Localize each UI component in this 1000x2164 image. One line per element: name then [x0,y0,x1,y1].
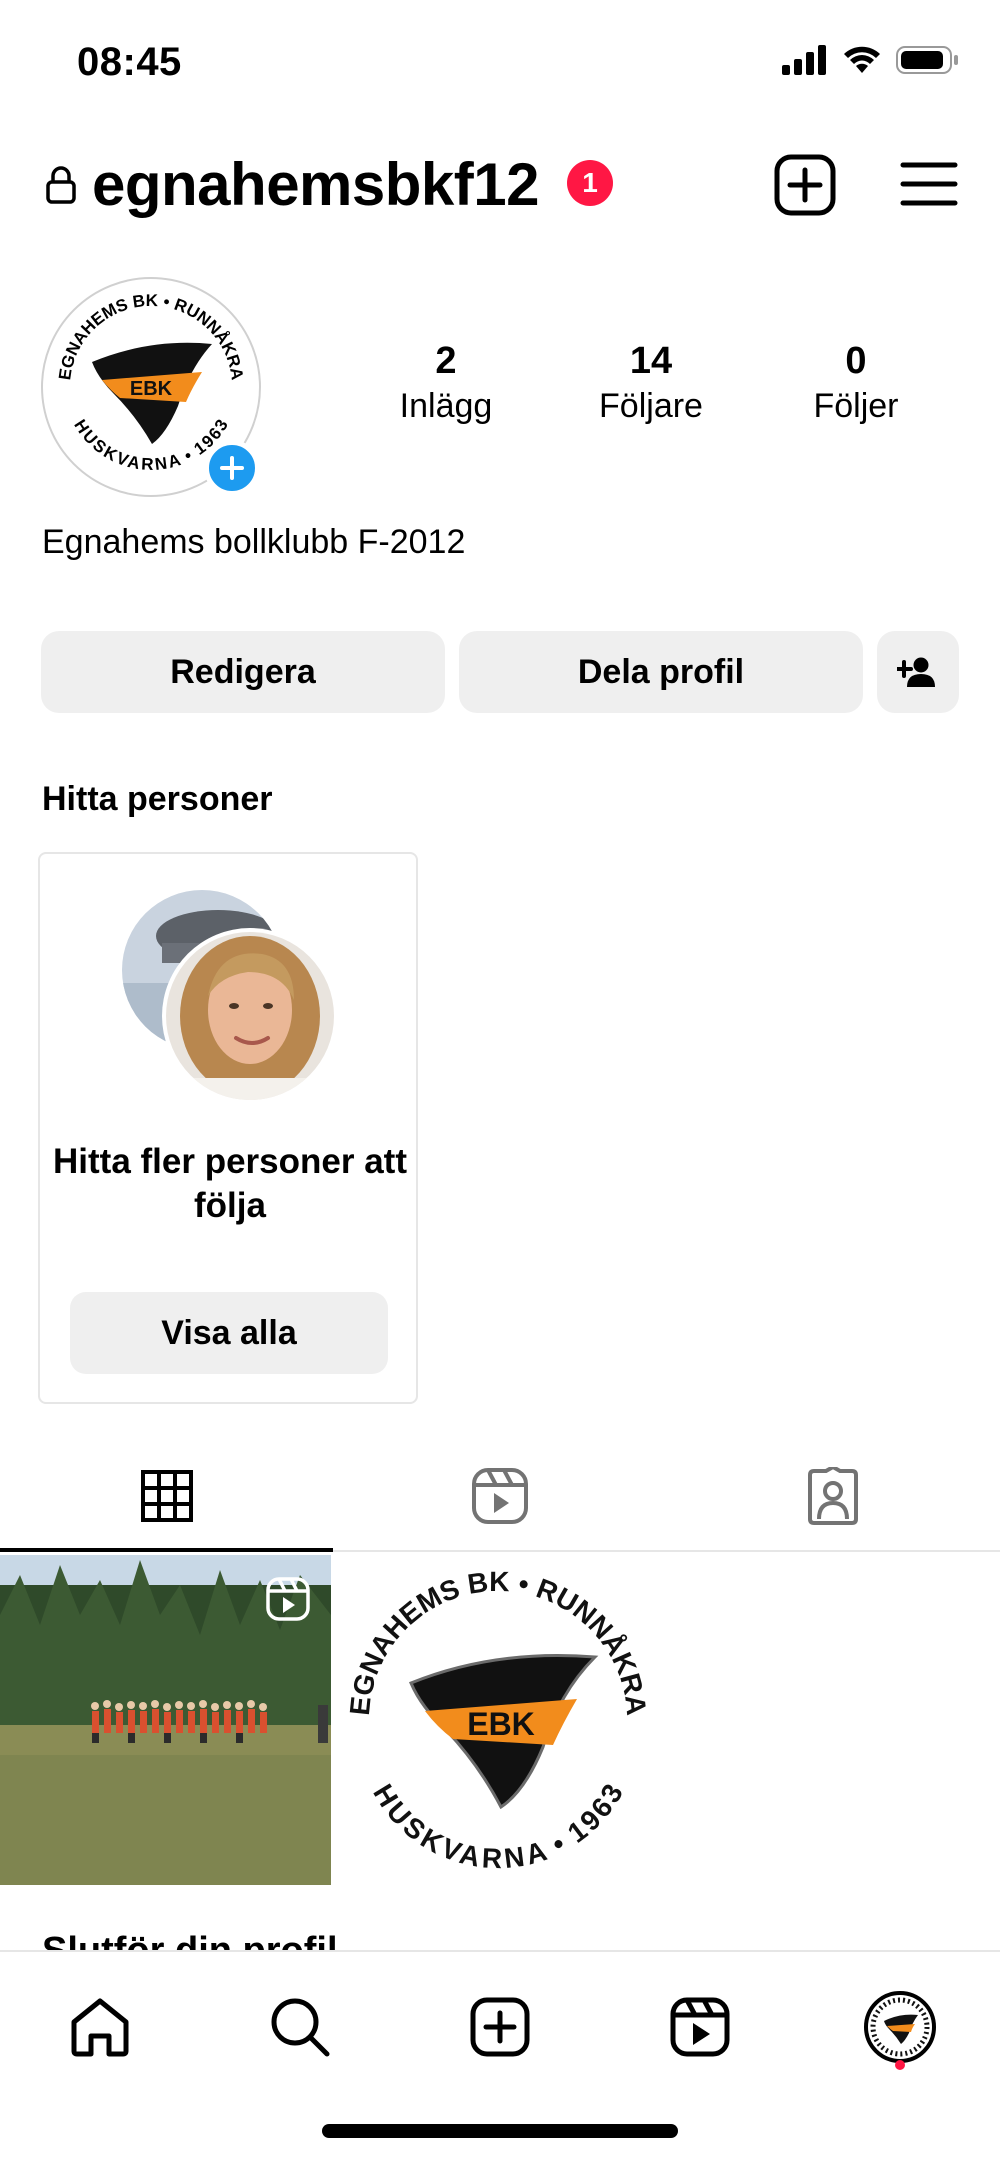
stat-label: Inlägg [399,387,493,425]
see-all-button[interactable]: Visa alla [70,1292,388,1374]
suggestion-text: Hitta fler personer att följa [53,1142,407,1225]
nav-reels[interactable] [655,1982,745,2072]
active-tab-indicator [0,1548,333,1552]
profile-notification-dot [895,2060,905,2070]
profile-header: egnahemsbkf12 1 [0,140,1000,230]
stat-value: 0 [845,340,867,382]
post-logo-initials: EBK [467,1706,535,1742]
status-icons [782,45,960,75]
profile-avatar-icon [864,1991,936,2063]
reel-badge-icon [266,1577,310,1621]
create-post-icon[interactable] [774,154,836,216]
stat-following[interactable]: 0 Följer [766,340,946,426]
grid-icon [140,1470,193,1522]
home-indicator [322,2124,678,2138]
wifi-icon [844,46,880,73]
stat-posts[interactable]: 2 Inlägg [356,340,536,426]
reels-icon [670,1997,730,2057]
stat-value: 14 [629,340,673,382]
add-story-button[interactable] [204,440,260,496]
suggested-avatars [122,890,338,1104]
edit-profile-button[interactable]: Redigera [41,631,445,713]
signal-icon [782,45,826,75]
lock-icon [46,166,76,204]
plus-icon [220,456,244,480]
status-time: 08:45 [77,40,182,84]
discover-people-button[interactable] [877,631,959,713]
post-thumbnail-reel[interactable] [0,1555,331,1885]
share-profile-button[interactable]: Dela profil [459,631,863,713]
stat-label: Följare [599,387,703,425]
create-icon [470,1997,530,2057]
battery-icon [896,46,958,74]
tab-posts-grid[interactable] [0,1440,333,1552]
nav-profile[interactable] [855,1982,945,2072]
reels-icon [471,1468,528,1524]
tab-tagged[interactable] [666,1440,999,1552]
profile-tabs [0,1440,1000,1552]
profile-bio: Egnahems bollklubb F-2012 [42,523,466,561]
discover-title: Hitta personer [42,780,273,818]
menu-icon[interactable] [900,160,958,208]
notification-badge[interactable]: 1 [567,160,613,206]
suggestion-card[interactable]: Hitta fler personer att följa Visa alla [38,852,418,1404]
logo-initials: EBK [130,378,173,400]
stat-followers[interactable]: 14 Följare [561,340,741,426]
tab-reels[interactable] [333,1440,666,1552]
username-title[interactable]: egnahemsbkf12 [92,150,540,219]
club-logo-post: EGNAHEMS BK • RUNNÅKRA HUSKVARNA • 1963 … [344,1566,652,1874]
stat-value: 2 [435,340,457,382]
nav-home[interactable] [55,1982,145,2072]
search-icon [271,1998,330,2057]
tagged-icon [807,1467,858,1525]
status-bar: 08:45 [0,0,1000,125]
home-icon [71,1998,129,2057]
nav-create[interactable] [455,1982,545,2072]
bottom-nav [0,1950,1000,2164]
nav-search[interactable] [255,1982,345,2072]
add-person-icon [897,657,935,687]
post-thumbnail-logo[interactable]: EGNAHEMS BK • RUNNÅKRA HUSKVARNA • 1963 … [333,1555,664,1885]
stat-label: Följer [813,387,899,425]
